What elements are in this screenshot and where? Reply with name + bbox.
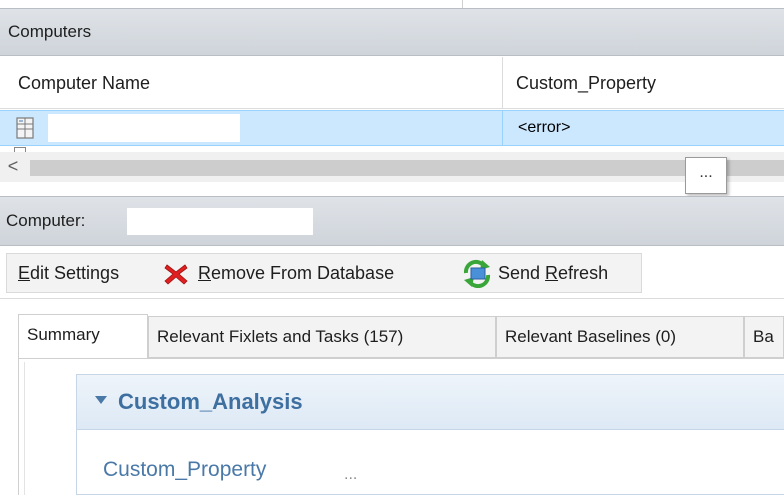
- top-divider: [462, 0, 463, 8]
- tab-summary[interactable]: Summary: [18, 314, 148, 359]
- computer-label: Computer:: [6, 211, 86, 230]
- tab-relevant-baselines[interactable]: Relevant Baselines (0): [496, 316, 744, 358]
- table-row[interactable]: <error>: [0, 110, 784, 146]
- tab-relevant-fixlets-and-tasks[interactable]: Relevant Fixlets and Tasks (157): [148, 316, 496, 358]
- property-value: ...: [344, 466, 358, 483]
- refresh-computer-icon: [463, 259, 491, 288]
- top-strip: [0, 0, 784, 8]
- send-refresh-button[interactable]: Send Refresh: [498, 263, 608, 284]
- computer-icon: [16, 117, 34, 139]
- custom-property-cell: <error>: [518, 119, 571, 136]
- remove-mnemonic: R: [198, 263, 211, 283]
- collapse-arrow-icon[interactable]: [95, 396, 107, 404]
- red-x-icon: [164, 264, 188, 285]
- property-label: Custom_Property: [103, 458, 267, 481]
- computers-panel-header: Computers: [0, 8, 784, 56]
- analysis-title: Custom_Analysis: [118, 389, 303, 414]
- send-refresh-label: efresh: [558, 263, 609, 283]
- edit-settings-button[interactable]: Edit Settings: [18, 263, 119, 284]
- toolbar: Edit Settings Remove From Database Send …: [0, 247, 784, 299]
- row-divider: [502, 111, 503, 145]
- send-refresh-mnemonic: R: [545, 263, 559, 283]
- ellipsis-popup[interactable]: ...: [685, 157, 727, 194]
- edit-settings-label: dit Settings: [30, 263, 120, 283]
- scroll-left-arrow[interactable]: <: [2, 155, 24, 179]
- column-divider[interactable]: [502, 57, 503, 109]
- horizontal-scrollbar[interactable]: <: [0, 152, 784, 182]
- computer-name-cell: [48, 114, 240, 142]
- edit-settings-mnemonic: E: [18, 263, 31, 283]
- tab-baselines-truncated[interactable]: Ba: [744, 316, 784, 358]
- column-header-custom-property[interactable]: Custom_Property: [516, 73, 656, 94]
- computer-name-value: [127, 208, 313, 235]
- remove-label: emove From Database: [211, 263, 395, 283]
- content-inner-divider: [24, 362, 25, 495]
- column-header-computer-name[interactable]: Computer Name: [18, 73, 150, 94]
- computers-panel-title: Computers: [8, 22, 92, 41]
- send-refresh-prefix: Send: [498, 263, 546, 283]
- analysis-header[interactable]: Custom_Analysis: [77, 375, 784, 430]
- column-header-row: Computer Name Custom_Property: [0, 57, 784, 109]
- scrollbar-thumb[interactable]: [30, 160, 784, 176]
- computer-panel-header: Computer:: [0, 196, 784, 246]
- remove-from-database-button[interactable]: Remove From Database: [198, 263, 394, 284]
